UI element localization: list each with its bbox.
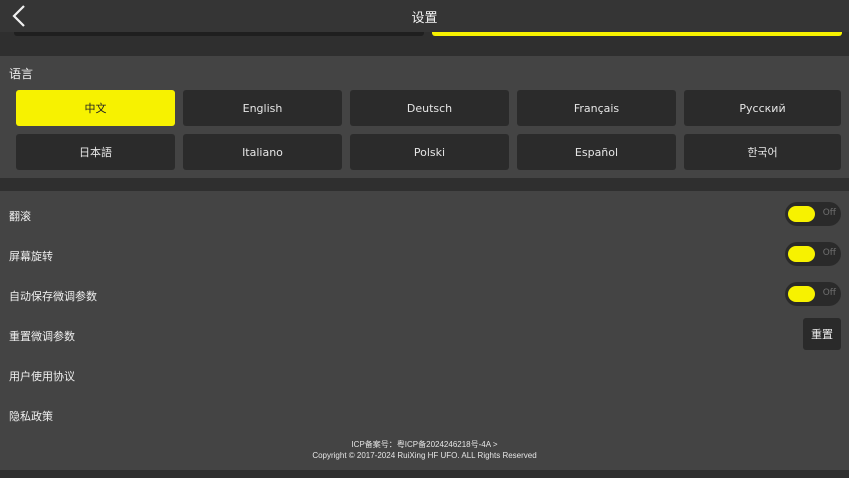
- privacy-policy-link[interactable]: 隐私政策: [9, 408, 53, 424]
- toggle-state: Off: [822, 208, 836, 218]
- settings-section: 翻滚 Off 屏幕旋转 Off 自动保存微调参数 Off 重置微调参数 重置 用…: [0, 191, 849, 470]
- scroll-toggle[interactable]: Off: [785, 202, 841, 226]
- icp-record-link[interactable]: ICP备案号：粤ICP备2024246218号-4A >: [0, 439, 849, 450]
- autosave-trim-label: 自动保存微调参数: [9, 290, 97, 303]
- autosave-trim-toggle[interactable]: Off: [785, 282, 841, 306]
- language-option-german[interactable]: Deutsch: [350, 90, 509, 126]
- toggle-state: Off: [822, 248, 836, 258]
- language-option-italian[interactable]: Italiano: [183, 134, 342, 170]
- language-option-japanese[interactable]: 日本語: [16, 134, 175, 170]
- language-option-english[interactable]: English: [183, 90, 342, 126]
- toggle-knob: [788, 206, 815, 222]
- language-option-korean[interactable]: 한국어: [684, 134, 841, 170]
- tab-strip: [0, 32, 849, 40]
- scroll-label: 翻滚: [9, 210, 31, 223]
- user-agreement-link[interactable]: 用户使用协议: [9, 368, 75, 384]
- language-label: 语言: [9, 67, 34, 81]
- tab-indicator-active[interactable]: [432, 32, 842, 36]
- page-title: 设置: [411, 11, 438, 26]
- language-option-chinese[interactable]: 中文: [16, 90, 175, 126]
- copyright-text: Copyright © 2017-2024 RuiXing HF UFO. AL…: [312, 451, 537, 460]
- language-option-french[interactable]: Français: [517, 90, 676, 126]
- reset-trim-label: 重置微调参数: [9, 330, 75, 343]
- toggle-knob: [788, 246, 815, 262]
- reset-button[interactable]: 重置: [803, 318, 841, 350]
- language-option-polish[interactable]: Polski: [350, 134, 509, 170]
- toggle-knob: [788, 286, 815, 302]
- toggle-state: Off: [822, 288, 836, 298]
- language-option-russian[interactable]: Русский: [684, 90, 841, 126]
- language-section: 语言 中文 English Deutsch Français Русский 日…: [0, 56, 849, 178]
- screen-rotation-label: 屏幕旋转: [9, 250, 53, 263]
- language-option-spanish[interactable]: Español: [517, 134, 676, 170]
- screen-rotation-toggle[interactable]: Off: [785, 242, 841, 266]
- bottom-strip: [0, 470, 849, 478]
- top-bar: 设置: [0, 0, 849, 32]
- tab-indicator-inactive[interactable]: [14, 32, 424, 36]
